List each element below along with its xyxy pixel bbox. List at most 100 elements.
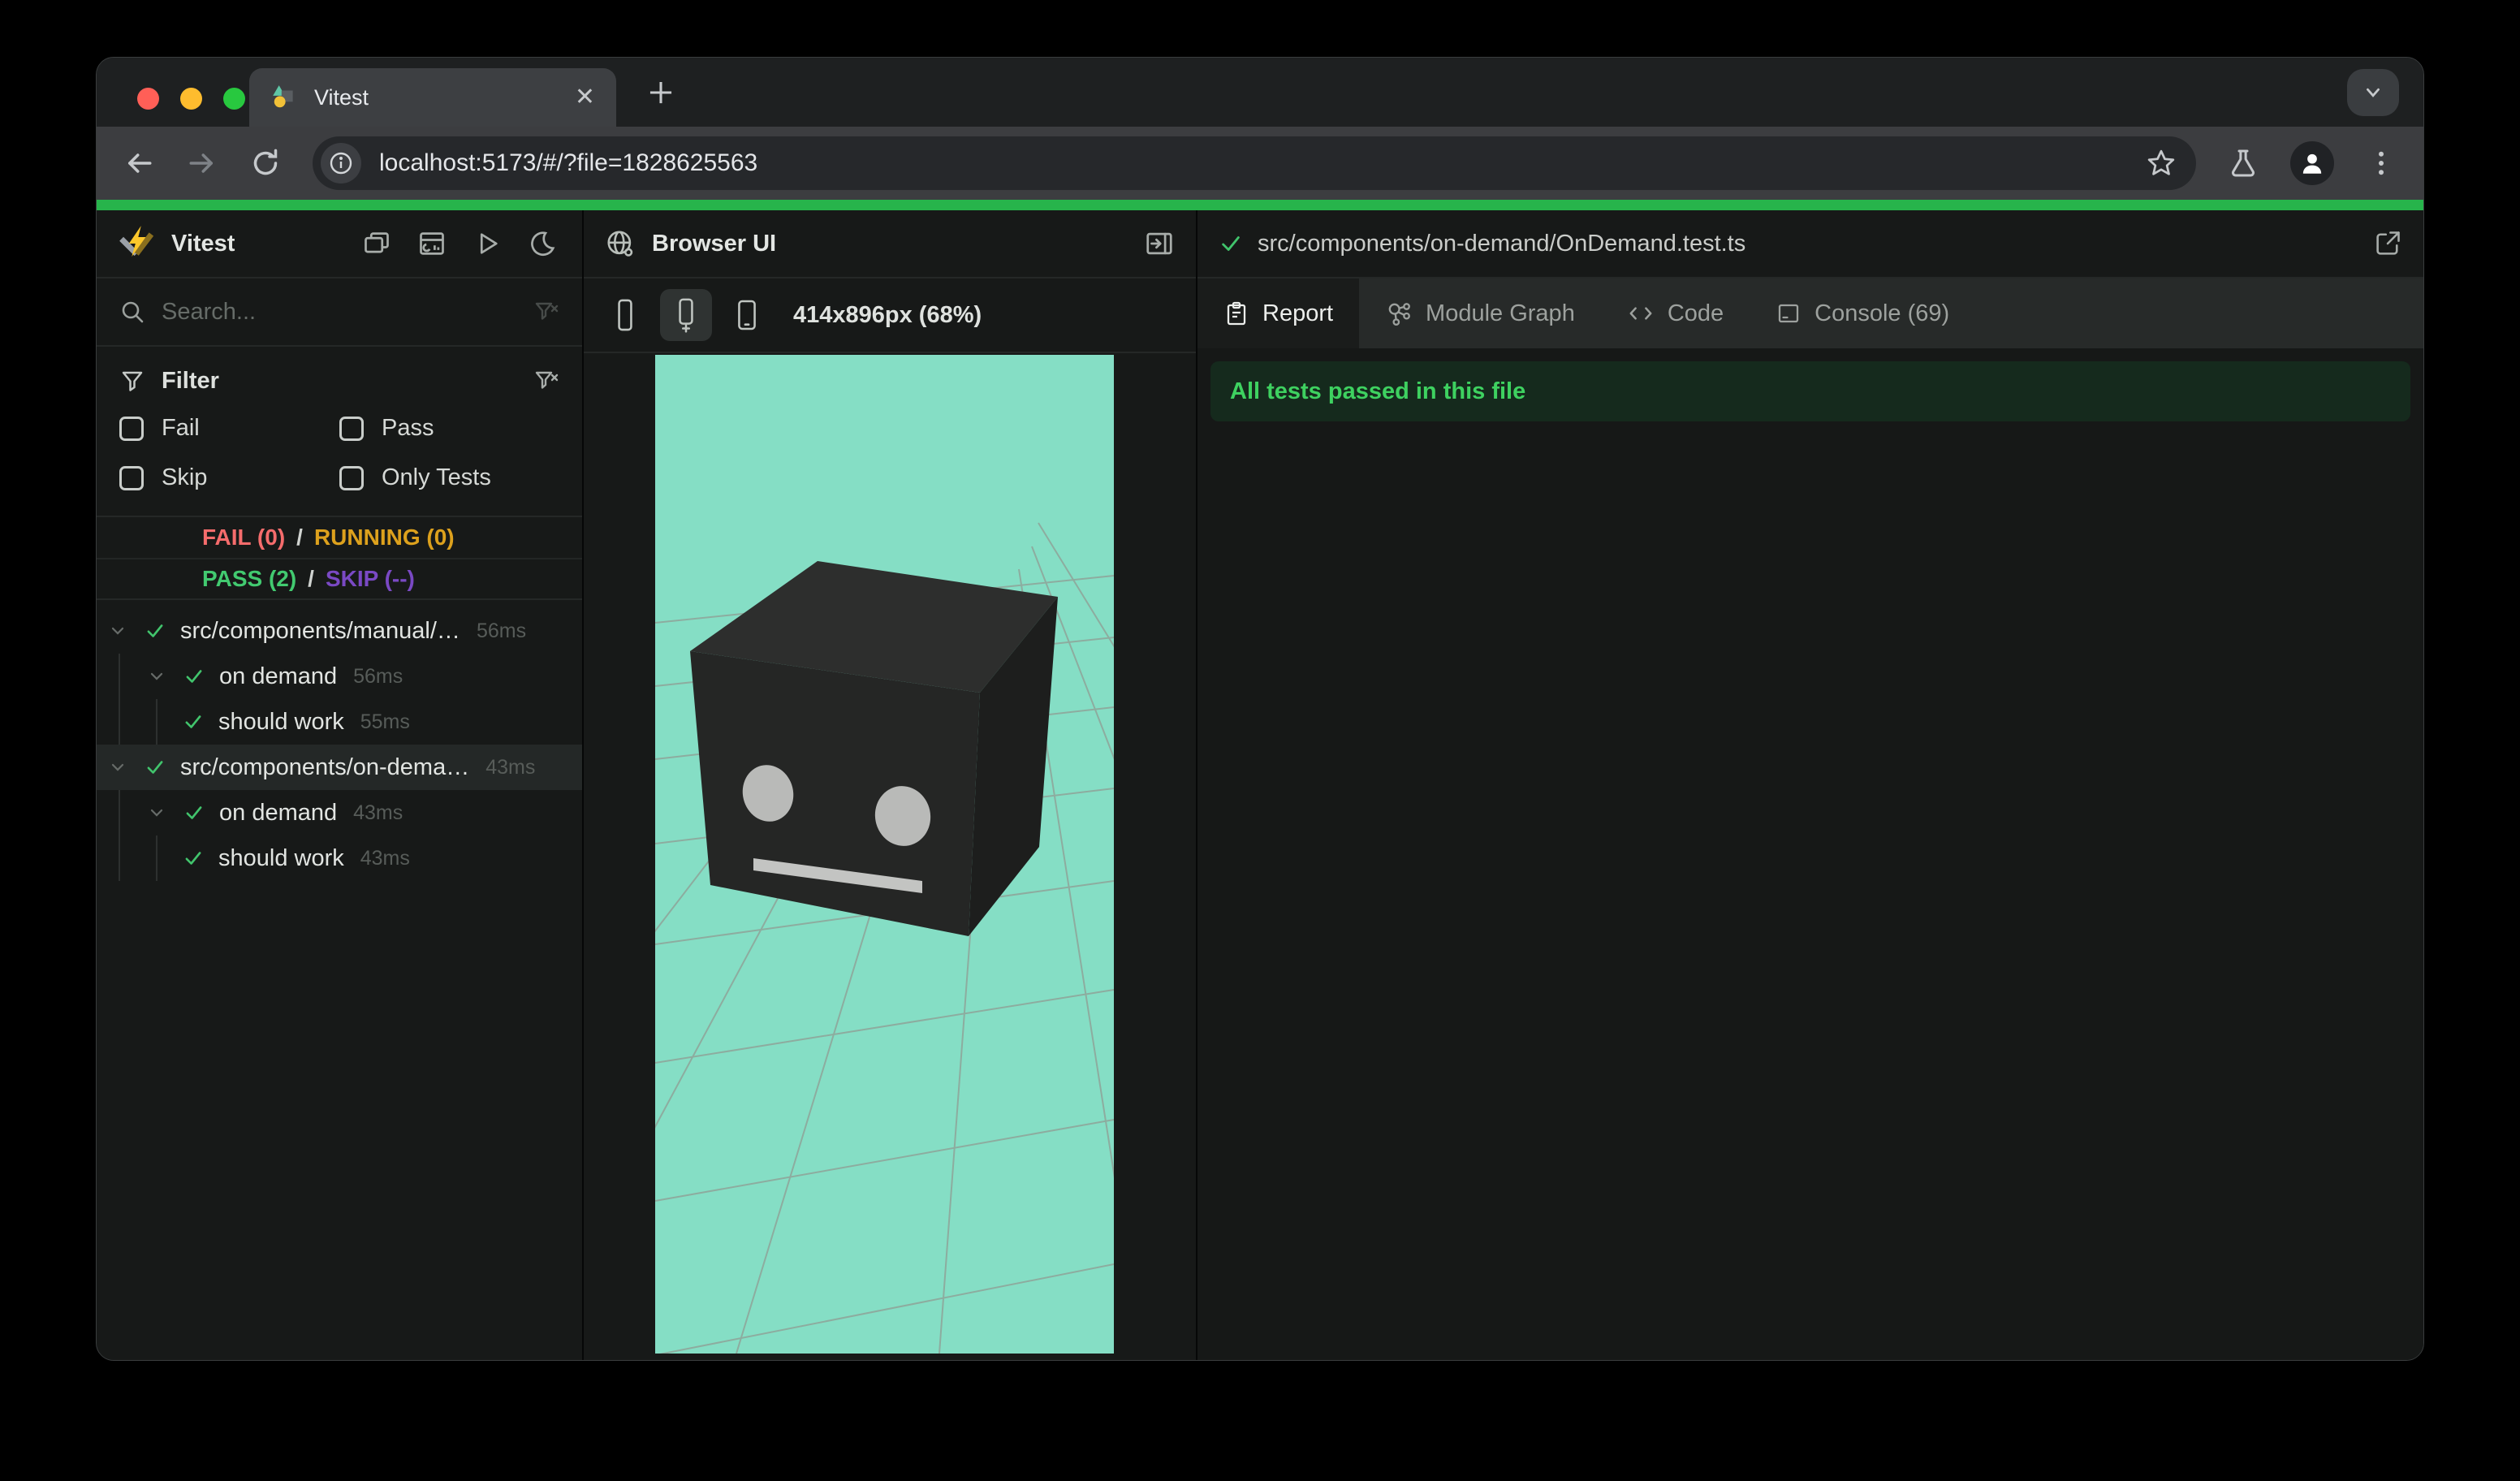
browser-ui-panel: Browser UI 414x896px (68%) xyxy=(584,210,1197,1360)
robot-cube-scene xyxy=(655,355,1114,1354)
test-duration: 43ms xyxy=(360,846,410,870)
tab-code[interactable]: Code xyxy=(1601,278,1750,348)
tab-report[interactable]: Report xyxy=(1197,278,1360,348)
pass-check-icon xyxy=(175,802,213,823)
pass-check-icon xyxy=(136,757,174,778)
vitest-accent-bar xyxy=(97,200,2423,210)
dark-mode-moon-icon[interactable] xyxy=(524,225,561,262)
chevron-down-icon[interactable] xyxy=(99,758,136,777)
profile-avatar[interactable] xyxy=(2290,141,2334,185)
tab-title: Vitest xyxy=(314,84,369,110)
test-tree-row-selected[interactable]: src/components/on-dema… 43ms xyxy=(97,745,582,790)
test-duration: 55ms xyxy=(360,710,410,733)
test-tree-row[interactable]: should work 43ms xyxy=(97,835,582,881)
address-bar[interactable]: localhost:5173/#/?file=1828625563 xyxy=(313,136,2196,190)
test-duration: 56ms xyxy=(476,619,527,642)
test-tree: src/components/manual/… 56ms on demand 5… xyxy=(97,600,582,1360)
device-mobile-icon[interactable] xyxy=(611,297,639,333)
forward-button[interactable] xyxy=(186,147,218,179)
globe-icon xyxy=(605,228,636,259)
browser-ui-title: Browser UI xyxy=(652,230,777,257)
code-icon xyxy=(1627,300,1655,327)
checkbox[interactable] xyxy=(119,465,144,490)
all-tests-passed-banner: All tests passed in this file xyxy=(1210,361,2410,421)
chevron-down-icon[interactable] xyxy=(99,621,136,641)
experiments-flask-icon[interactable] xyxy=(2227,147,2259,179)
sidebar: Vitest Search... Filter Fail Pass Skip O… xyxy=(97,210,584,1360)
search-icon xyxy=(119,299,145,325)
console-icon xyxy=(1776,300,1802,326)
stats-line-fail-running: FAIL (0) / RUNNING (0) xyxy=(202,525,455,550)
clear-filter-icon[interactable] xyxy=(533,299,559,325)
test-tree-row[interactable]: on demand 56ms xyxy=(97,654,582,699)
test-file-path: src/components/on-demand/OnDemand.test.t… xyxy=(1258,230,1746,257)
tab-close-icon[interactable]: ✕ xyxy=(575,85,595,110)
device-tablet-icon[interactable] xyxy=(733,297,761,333)
report-content: All tests passed in this file xyxy=(1197,348,2423,1360)
ui-windows-icon[interactable] xyxy=(358,225,395,262)
module-graph-icon xyxy=(1385,300,1413,327)
clear-filter-icon[interactable] xyxy=(533,368,559,394)
test-tree-row[interactable]: should work 55ms xyxy=(97,699,582,745)
sidebar-header: Vitest xyxy=(97,210,582,278)
new-tab-button[interactable] xyxy=(642,74,680,111)
chevron-down-icon[interactable] xyxy=(138,667,175,686)
tab-search-button[interactable] xyxy=(2347,69,2399,116)
filter-option-skip[interactable]: Skip xyxy=(119,464,339,491)
test-tree-row[interactable]: src/components/manual/… 56ms xyxy=(97,608,582,654)
dashboard-icon[interactable] xyxy=(413,225,451,262)
checkbox[interactable] xyxy=(119,416,144,441)
zoom-window-button[interactable] xyxy=(223,88,245,110)
reload-button[interactable] xyxy=(249,147,282,179)
pass-check-icon xyxy=(136,620,174,641)
address-toolbar: localhost:5173/#/?file=1828625563 xyxy=(97,127,2423,200)
close-window-button[interactable] xyxy=(137,88,159,110)
bookmark-star-icon[interactable] xyxy=(2146,148,2186,179)
url-text[interactable]: localhost:5173/#/?file=1828625563 xyxy=(379,149,757,177)
report-panel: src/components/on-demand/OnDemand.test.t… xyxy=(1197,210,2423,1360)
tab-console[interactable]: Console (69) xyxy=(1750,278,1975,348)
test-duration: 43ms xyxy=(485,755,536,779)
pass-check-icon xyxy=(175,848,212,869)
pass-check-icon xyxy=(175,711,212,732)
stats-line-pass-skip: PASS (2) / SKIP (--) xyxy=(97,558,582,598)
browser-preview[interactable] xyxy=(655,355,1114,1354)
device-toolbar: 414x896px (68%) xyxy=(584,278,1196,353)
robot-cube xyxy=(690,561,1058,936)
filter-option-fail[interactable]: Fail xyxy=(119,415,339,442)
test-duration: 56ms xyxy=(353,664,403,688)
test-stats: FAIL (0) / RUNNING (0) PASS (2) / SKIP (… xyxy=(97,517,582,600)
menu-kebab-icon[interactable] xyxy=(2365,147,2397,179)
filter-funnel-icon xyxy=(119,368,145,394)
tab-module-graph[interactable]: Module Graph xyxy=(1359,278,1601,348)
search-input[interactable] xyxy=(162,298,517,326)
report-header: src/components/on-demand/OnDemand.test.t… xyxy=(1197,210,2423,278)
pass-check-icon xyxy=(175,666,213,687)
back-button[interactable] xyxy=(123,147,155,179)
pass-check-icon xyxy=(1219,231,1243,256)
open-external-icon[interactable] xyxy=(2373,229,2402,258)
filter-title: Filter xyxy=(162,367,219,394)
filter-section: Filter Fail Pass Skip Only Tests xyxy=(97,347,582,517)
browser-window: Vitest ✕ localhost:5173/#/?file=18286255… xyxy=(96,57,2424,1361)
filter-option-only-tests[interactable]: Only Tests xyxy=(339,464,559,491)
checkbox[interactable] xyxy=(339,416,364,441)
dock-panel-right-icon[interactable] xyxy=(1144,228,1175,259)
traffic-lights xyxy=(137,88,245,110)
run-all-icon[interactable] xyxy=(468,225,506,262)
browser-tab[interactable]: Vitest ✕ xyxy=(249,68,616,127)
app-title: Vitest xyxy=(171,230,235,257)
vitest-logo-icon xyxy=(118,225,155,262)
browser-ui-header: Browser UI xyxy=(584,210,1196,278)
viewport-size-label: 414x896px (68%) xyxy=(793,301,982,328)
device-mobile-add-button-active[interactable] xyxy=(660,289,712,341)
checkbox[interactable] xyxy=(339,465,364,490)
preview-area xyxy=(584,353,1196,1360)
report-tabs: Report Module Graph Code Console (69) xyxy=(1197,278,2423,348)
chevron-down-icon[interactable] xyxy=(138,803,175,823)
minimize-window-button[interactable] xyxy=(180,88,202,110)
filter-option-pass[interactable]: Pass xyxy=(339,415,559,442)
site-info-icon[interactable] xyxy=(321,143,361,184)
search-row xyxy=(97,278,582,347)
test-tree-row[interactable]: on demand 43ms xyxy=(97,790,582,835)
